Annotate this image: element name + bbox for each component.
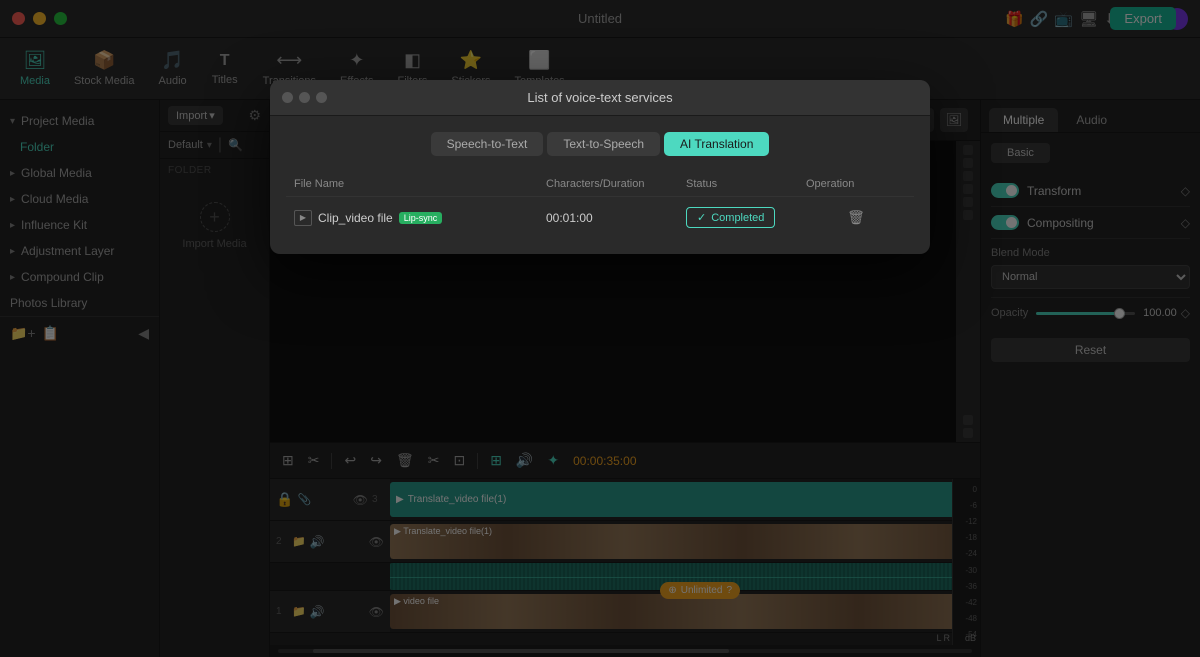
- modal-dot-1: [282, 92, 293, 103]
- modal-header: List of voice-text services: [270, 80, 930, 116]
- file-name: Clip_video file: [318, 211, 393, 225]
- duration-cell: 00:01:00: [546, 211, 686, 225]
- duration-value: 00:01:00: [546, 211, 593, 225]
- status-cell: ✓ Completed: [686, 207, 806, 228]
- modal-body: Speech-to-Text Text-to-Speech AI Transla…: [270, 116, 930, 254]
- file-name-cell: ▶ Clip_video file Lip-sync: [294, 210, 546, 226]
- modal-dialog: List of voice-text services Speech-to-Te…: [270, 80, 930, 254]
- status-completed: ✓ Completed: [686, 207, 775, 228]
- lip-sync-badge: Lip-sync: [399, 212, 443, 224]
- col-filename: File Name: [294, 178, 546, 190]
- col-status: Status: [686, 178, 806, 190]
- col-duration: Characters/Duration: [546, 178, 686, 190]
- modal-window-controls: [282, 92, 327, 103]
- file-icon: ▶: [294, 210, 312, 226]
- modal-overlay: List of voice-text services Speech-to-Te…: [0, 0, 1200, 657]
- tab-ai-translation[interactable]: AI Translation: [664, 132, 769, 156]
- checkmark-icon: ✓: [697, 211, 706, 224]
- status-label: Completed: [711, 212, 764, 224]
- modal-table-header: File Name Characters/Duration Status Ope…: [286, 172, 914, 197]
- col-operation: Operation: [806, 178, 906, 190]
- tab-speech-to-text[interactable]: Speech-to-Text: [431, 132, 544, 156]
- delete-row-button[interactable]: 🗑: [847, 209, 865, 226]
- tab-text-to-speech[interactable]: Text-to-Speech: [547, 132, 660, 156]
- modal-tabs: Speech-to-Text Text-to-Speech AI Transla…: [286, 132, 914, 156]
- modal-dot-3: [316, 92, 327, 103]
- table-row: ▶ Clip_video file Lip-sync 00:01:00 ✓ Co…: [286, 197, 914, 238]
- modal-dot-2: [299, 92, 310, 103]
- operation-cell: 🗑: [806, 209, 906, 226]
- modal-title: List of voice-text services: [527, 90, 672, 105]
